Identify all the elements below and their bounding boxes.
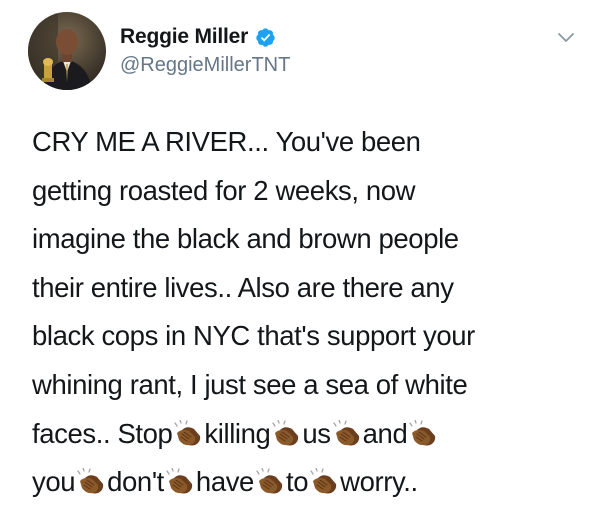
author-handle[interactable]: @ReggieMillerTNT — [120, 54, 290, 77]
clapping-hands-emoji-icon — [77, 468, 104, 494]
tweet-text-segment: worry.. — [340, 466, 418, 498]
tweet-text-segment: you — [32, 466, 76, 498]
tweet-line: black cops in NYC that's support your — [32, 312, 572, 361]
clapping-hands-emoji-icon — [166, 468, 193, 494]
clapping-hands-emoji-icon — [310, 468, 337, 494]
avatar[interactable] — [28, 12, 106, 90]
display-name[interactable]: Reggie Miller — [120, 25, 248, 49]
tweet-text-segment: whining rant, I just see a sea of white — [32, 368, 468, 400]
clapping-hands-emoji-icon — [333, 419, 359, 446]
clapping-hands-emoji-icon — [409, 419, 436, 446]
tweet-line: getting roasted for 2 weeks, now — [32, 167, 572, 216]
tweet-line: their entire lives.. Also are there any — [32, 264, 572, 313]
tweet-text-segment: have — [195, 466, 254, 498]
tweet-text-segment: us — [302, 417, 331, 449]
clapping-hands-emoji-icon — [272, 419, 299, 446]
tweet-text-segment: faces.. Stop — [32, 417, 173, 449]
tweet-line: CRY ME A RIVER... You've been — [32, 118, 572, 167]
clapping-hands-emoji-icon — [256, 468, 283, 494]
tweet-text-segment: don't — [107, 466, 164, 498]
tweet-card: Reggie Miller @ReggieMillerTNT CRY ME A … — [0, 0, 595, 499]
tweet-text-segment: their entire lives.. Also are there any — [32, 271, 454, 303]
tweet-line: faces.. Stop killing us and — [32, 410, 572, 459]
tweet-line: you don't have to worry.. — [32, 458, 572, 507]
profile-photo-icon — [28, 12, 106, 90]
clapping-hands-emoji-icon — [174, 419, 201, 446]
tweet-text-segment: imagine the black and brown people — [32, 223, 459, 255]
tweet-text-segment: getting roasted for 2 weeks, now — [32, 174, 416, 206]
tweet-text-segment: CRY ME A RIVER... You've been — [32, 126, 421, 157]
tweet-text-segment: and — [362, 417, 408, 449]
name-row: Reggie Miller — [120, 24, 290, 50]
tweet-text-segment: black cops in NYC that's support your — [32, 320, 475, 352]
tweet-line: imagine the black and brown people — [32, 215, 572, 264]
author-block: Reggie Miller @ReggieMillerTNT — [120, 24, 290, 77]
tweet-text: CRY ME A RIVER... You've been getting roa… — [32, 118, 572, 507]
verified-badge-icon — [255, 27, 276, 48]
tweet-text-segment: killing — [204, 417, 271, 449]
tweet-line: whining rant, I just see a sea of white — [32, 361, 572, 410]
chevron-down-icon[interactable] — [557, 30, 575, 44]
tweet-text-segment: to — [285, 466, 309, 498]
